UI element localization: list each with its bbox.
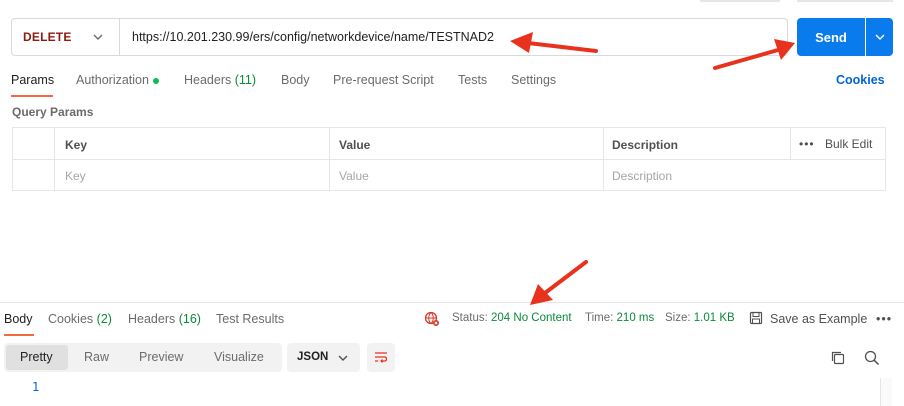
table-divider (790, 128, 791, 159)
format-preview[interactable]: Preview (139, 350, 183, 364)
response-tab-cookies[interactable]: Cookies (2) (48, 312, 112, 326)
chevron-down-icon (338, 355, 348, 361)
size-label: Size: (665, 312, 691, 324)
format-visualize[interactable]: Visualize (214, 350, 264, 364)
column-header-key: Key (65, 138, 88, 152)
query-params-title: Query Params (12, 105, 94, 119)
column-header-description: Description (612, 138, 679, 152)
status-label: Status: (452, 312, 488, 324)
format-select[interactable]: JSON (287, 343, 360, 372)
tab-headers[interactable]: Headers (11) (184, 73, 256, 87)
save-as-example-button[interactable]: Save as Example (770, 312, 867, 326)
tab-tests[interactable]: Tests (458, 73, 487, 87)
wrap-lines-button[interactable] (367, 343, 395, 372)
response-divider[interactable] (0, 302, 904, 303)
column-header-value: Value (339, 138, 371, 152)
top-tab-remnant (797, 0, 893, 2)
description-input[interactable]: Description (612, 169, 672, 183)
top-tab-remnant (700, 0, 780, 2)
time-readout[interactable]: Time: 210 ms (585, 312, 654, 324)
tab-headers-label: Headers (184, 73, 232, 87)
tab-authorization[interactable]: Authorization (76, 73, 159, 87)
more-options-icon[interactable]: ••• (876, 312, 892, 326)
key-input[interactable]: Key (65, 169, 86, 183)
status-value: 204 No Content (491, 312, 572, 324)
chevron-down-icon (875, 34, 884, 40)
time-value: 210 ms (616, 312, 655, 324)
scrollbar[interactable] (880, 378, 892, 406)
status-readout[interactable]: Status: 204 No Content (452, 312, 572, 324)
format-raw[interactable]: Raw (84, 350, 109, 364)
bulk-edit-button[interactable]: Bulk Edit (825, 137, 872, 151)
globe-error-icon[interactable] (424, 311, 440, 327)
more-options-icon[interactable]: ••• (799, 137, 815, 151)
response-tab-test-results[interactable]: Test Results (216, 312, 284, 326)
send-options-button[interactable] (866, 18, 893, 56)
format-pretty[interactable]: Pretty (20, 350, 53, 364)
send-button[interactable]: Send (797, 18, 865, 56)
tab-authorization-label: Authorization (76, 73, 149, 87)
response-tab-cookies-label: Cookies (48, 312, 94, 326)
method-label: DELETE (23, 30, 72, 44)
request-bar: DELETE https://10.201.230.99/ers/config/… (11, 18, 788, 56)
params-table: Key Value Description ••• Bulk Edit Key … (12, 127, 886, 191)
search-icon[interactable] (864, 350, 880, 366)
response-tab-headers-label: Headers (128, 312, 176, 326)
active-tab-indicator (11, 95, 53, 97)
size-readout[interactable]: Size: 1.01 KB (665, 312, 735, 324)
tab-body[interactable]: Body (281, 73, 310, 87)
wrap-icon (375, 352, 388, 363)
response-tab-headers-count: (16) (178, 312, 201, 326)
tab-params[interactable]: Params (11, 73, 54, 87)
size-value: 1.01 KB (693, 312, 735, 324)
time-label: Time: (585, 312, 614, 324)
method-select[interactable]: DELETE (12, 19, 120, 55)
status-dot-icon (152, 77, 159, 84)
tab-settings[interactable]: Settings (511, 73, 556, 87)
table-divider (13, 159, 885, 160)
cookies-link[interactable]: Cookies (836, 73, 885, 87)
url-input[interactable]: https://10.201.230.99/ers/config/network… (132, 30, 494, 44)
response-tab-cookies-count: (2) (96, 312, 112, 326)
arrow-to-status (530, 260, 588, 305)
copy-icon[interactable] (830, 350, 846, 366)
value-input[interactable]: Value (339, 169, 369, 183)
tab-pre-request-script[interactable]: Pre-request Script (333, 73, 434, 87)
save-icon[interactable] (749, 311, 763, 325)
chevron-down-icon (93, 34, 103, 40)
format-select-label: JSON (297, 351, 329, 363)
tab-headers-count: (11) (234, 73, 257, 87)
line-number: 1 (32, 380, 40, 394)
response-tab-body[interactable]: Body (4, 312, 33, 326)
response-tab-headers[interactable]: Headers (16) (128, 312, 201, 326)
format-toggle-group: Pretty Raw Preview Visualize (4, 343, 282, 372)
active-tab-indicator (4, 334, 34, 336)
